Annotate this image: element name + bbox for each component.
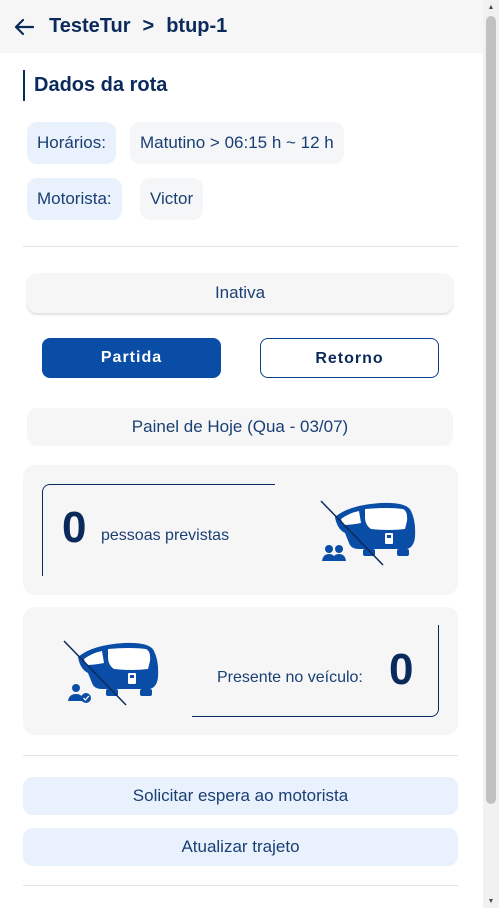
breadcrumb-company[interactable]: TesteTur	[49, 15, 131, 38]
scrollbar[interactable]: ▲ ▼	[483, 0, 499, 908]
breadcrumb-separator: >	[142, 15, 155, 37]
scroll-up-arrow-icon[interactable]: ▲	[483, 0, 499, 14]
divider	[23, 885, 458, 886]
route-status-badge: Inativa	[27, 273, 453, 313]
panel-title: Painel de Hoje (Qua - 03/07)	[27, 408, 453, 446]
driver-label: Motorista:	[27, 178, 122, 220]
schedule-label: Horários:	[27, 122, 116, 164]
scrollbar-thumb[interactable]	[486, 16, 496, 804]
bus-off-people-icon	[320, 500, 416, 566]
tab-retorno[interactable]: Retorno	[260, 338, 439, 378]
divider	[23, 755, 458, 756]
divider	[23, 246, 458, 247]
back-button[interactable]	[12, 15, 36, 39]
tab-partida[interactable]: Partida	[42, 338, 221, 378]
expected-passengers-card: 0 pessoas previstas	[23, 465, 458, 595]
arrow-left-icon	[14, 18, 34, 35]
breadcrumb: TesteTur > btup-1	[49, 15, 227, 38]
expected-count: 0	[62, 503, 87, 552]
update-route-button[interactable]: Atualizar trajeto	[23, 828, 458, 866]
schedule-value: Matutino > 06:15 h ~ 12 h	[130, 122, 344, 164]
expected-label: pessoas previstas	[101, 527, 230, 544]
driver-value: Victor	[140, 178, 204, 220]
breadcrumb-route: btup-1	[166, 15, 228, 37]
bus-off-person-check-icon	[63, 640, 159, 706]
scroll-down-arrow-icon[interactable]: ▼	[483, 894, 499, 908]
present-passengers-card: Presente no veículo: 0	[23, 607, 458, 735]
section-title: Dados da rota	[23, 70, 167, 101]
present-label: Presente no veículo:	[217, 669, 363, 686]
present-count: 0	[389, 645, 414, 694]
request-wait-button[interactable]: Solicitar espera ao motorista	[23, 777, 458, 815]
top-bar: TesteTur > btup-1	[0, 0, 483, 53]
